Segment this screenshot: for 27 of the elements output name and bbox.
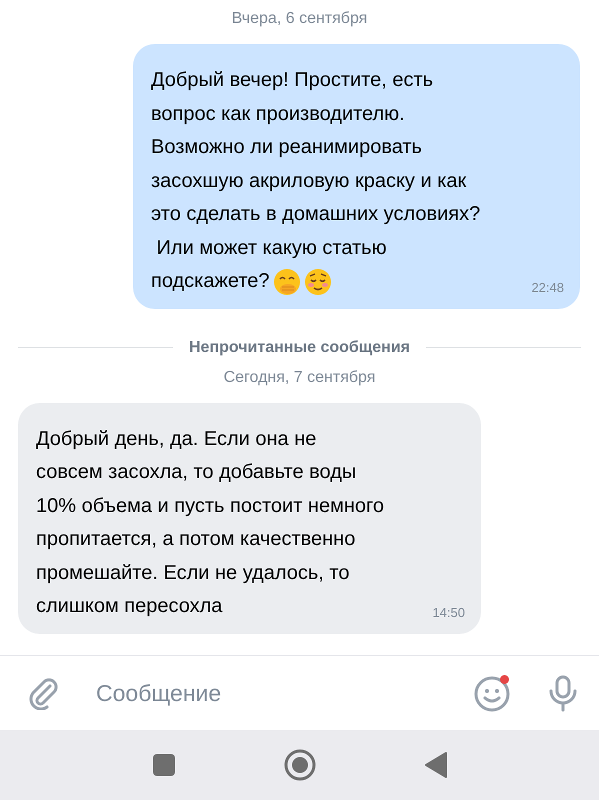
back-icon[interactable] (424, 752, 448, 778)
smiley-icon (473, 674, 511, 712)
date-label: Сегодня, 7 сентября (224, 368, 376, 386)
message-line: промешайте. Если не удалось, то (36, 560, 350, 586)
message-line: Или может какую статью (156, 236, 387, 260)
message-time: 22:48 (531, 280, 564, 294)
unread-divider-label: Непрочитанные сообщения (188, 338, 410, 356)
microphone-icon[interactable] (547, 674, 579, 712)
message-line: засохшую акриловую краску и как (151, 168, 466, 194)
emoji-button[interactable] (473, 674, 511, 712)
message-line: Добрый день, да. Если она не (36, 426, 316, 452)
message-line: совсем засохла, то добавьте воды (36, 460, 356, 485)
message-line: Возможно ли реанимировать (151, 135, 422, 160)
message-input[interactable]: Сообщение (80, 674, 453, 712)
message-line: 10% объема и пусть постоит немного (36, 494, 384, 518)
emoji-icon (272, 268, 301, 296)
message-line: подскажете? (151, 269, 270, 294)
message-line: Добрый вечер! Простите, есть (151, 68, 434, 93)
recents-icon[interactable] (152, 753, 176, 777)
message-line: слишком пересохла (36, 594, 222, 619)
message-line: это сделать в домашних условиях? (151, 202, 480, 227)
home-icon[interactable] (284, 749, 316, 781)
date-label: Вчера, 6 сентября (232, 10, 368, 28)
emoji-icon (304, 268, 332, 296)
message-time: 14:50 (432, 604, 465, 620)
message-line: вопрос как производителю. (151, 102, 405, 126)
message-line: пропитается, а потом качественно (36, 527, 356, 552)
